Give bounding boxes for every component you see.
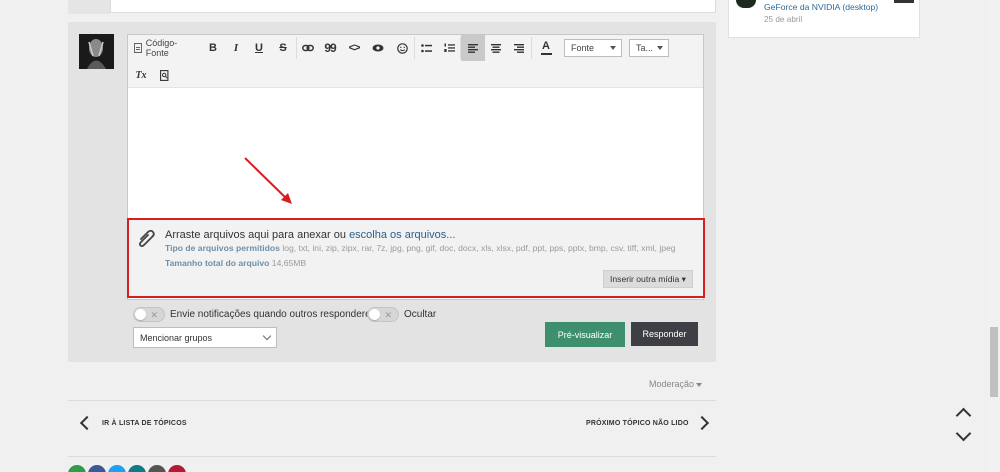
preview-button[interactable]: Pré-visualizar xyxy=(545,322,625,347)
toolbar-separator xyxy=(531,37,532,59)
code-button[interactable]: <> xyxy=(346,36,362,60)
red-arrow-annotation xyxy=(244,157,292,204)
hide-label: Ocultar xyxy=(404,309,437,320)
share-pinterest-button[interactable] xyxy=(168,465,186,472)
eye-icon xyxy=(372,44,384,52)
notify-toggle[interactable]: ✕ xyxy=(133,307,165,322)
share-linkedin-button[interactable] xyxy=(128,465,146,472)
mention-groups-select[interactable]: Mencionar grupos xyxy=(133,327,277,348)
sidebar-date: 25 de abril xyxy=(764,15,803,24)
paperclip-icon xyxy=(138,229,155,248)
align-left-button[interactable] xyxy=(461,35,485,61)
notify-label: Envie notificações quando outros respond… xyxy=(170,309,380,320)
underline-button[interactable]: U xyxy=(252,36,266,60)
clear-format-button[interactable]: Tx xyxy=(134,63,148,87)
reply-button[interactable]: Responder xyxy=(631,322,698,346)
spoiler-button[interactable] xyxy=(370,36,386,60)
align-right-icon xyxy=(514,43,524,53)
toggle-knob xyxy=(135,309,146,320)
bullet-list-button[interactable] xyxy=(418,36,434,60)
close-icon: ✕ xyxy=(150,310,158,320)
toolbar-separator xyxy=(296,37,297,59)
align-center-button[interactable] xyxy=(488,36,504,60)
choose-files-link[interactable]: escolha os arquivos... xyxy=(349,229,455,241)
quote-button[interactable]: 99 xyxy=(322,36,338,60)
sidebar-topic-link[interactable]: GeForce da NVIDIA (desktop) xyxy=(764,2,878,12)
font-size-select[interactable]: Ta... xyxy=(629,39,669,57)
divider xyxy=(68,456,716,457)
close-icon: ✕ xyxy=(384,310,392,320)
align-left-icon xyxy=(468,43,478,53)
smiley-icon xyxy=(396,42,408,54)
strikethrough-button[interactable]: S xyxy=(276,36,290,60)
chevron-left-icon xyxy=(79,415,95,431)
scroll-to-bottom-icon[interactable] xyxy=(955,428,971,444)
toolbar-separator xyxy=(414,37,415,59)
align-center-icon xyxy=(491,43,501,53)
text-color-button[interactable]: A xyxy=(536,36,556,60)
numbered-list-icon xyxy=(443,43,455,52)
total-file-size: Tamanho total do arquivo 14,65MB xyxy=(165,258,307,268)
document-icon xyxy=(134,43,142,53)
drop-zone-text: Arraste arquivos aqui para anexar ou esc… xyxy=(165,229,456,241)
numbered-list-button[interactable] xyxy=(441,36,457,60)
share-facebook-button[interactable] xyxy=(88,465,106,472)
moderation-menu[interactable]: Moderação xyxy=(649,379,703,389)
previous-post-body xyxy=(110,0,716,13)
caret-down-icon xyxy=(657,46,663,50)
link-icon xyxy=(302,44,314,52)
divider xyxy=(68,400,716,401)
align-right-button[interactable] xyxy=(511,36,527,60)
insert-media-button[interactable]: Inserir outra mídia ▾ xyxy=(603,270,693,288)
font-family-select[interactable]: Fonte xyxy=(564,39,622,57)
previous-post-gutter xyxy=(68,0,110,14)
italic-button[interactable]: I xyxy=(229,36,243,60)
chevron-down-icon xyxy=(262,331,272,341)
document-search-icon xyxy=(159,69,168,81)
bold-button[interactable]: B xyxy=(206,36,220,60)
share-buttons xyxy=(68,465,186,472)
sidebar-badge xyxy=(894,0,914,3)
share-twitter-button[interactable] xyxy=(108,465,126,472)
hide-toggle[interactable]: ✕ xyxy=(367,307,399,322)
share-whatsapp-button[interactable] xyxy=(68,465,86,472)
source-code-button[interactable]: Código-Fonte xyxy=(134,36,198,60)
caret-down-icon xyxy=(696,382,703,387)
back-to-topic-list-link[interactable]: IR À LISTA DE TÓPICOS xyxy=(78,415,187,431)
next-unread-topic-link[interactable]: PRÓXIMO TÓPICO NÃO LIDO xyxy=(586,415,709,431)
avatar xyxy=(79,34,114,69)
link-button[interactable] xyxy=(300,36,316,60)
scrollbar[interactable] xyxy=(988,0,1000,472)
bullet-list-icon xyxy=(420,43,432,52)
allowed-file-types: Tipo de arquivos permitidos log, txt, in… xyxy=(165,243,675,253)
emoji-button[interactable] xyxy=(394,36,410,60)
scroll-to-top-icon[interactable] xyxy=(955,404,971,420)
scrollbar-thumb[interactable] xyxy=(990,327,998,397)
document-preview-button[interactable] xyxy=(157,63,171,87)
caret-down-icon xyxy=(610,46,616,50)
toggle-knob xyxy=(369,309,380,320)
share-email-button[interactable] xyxy=(148,465,166,472)
chevron-right-icon xyxy=(694,415,709,431)
color-swatch xyxy=(540,53,552,55)
